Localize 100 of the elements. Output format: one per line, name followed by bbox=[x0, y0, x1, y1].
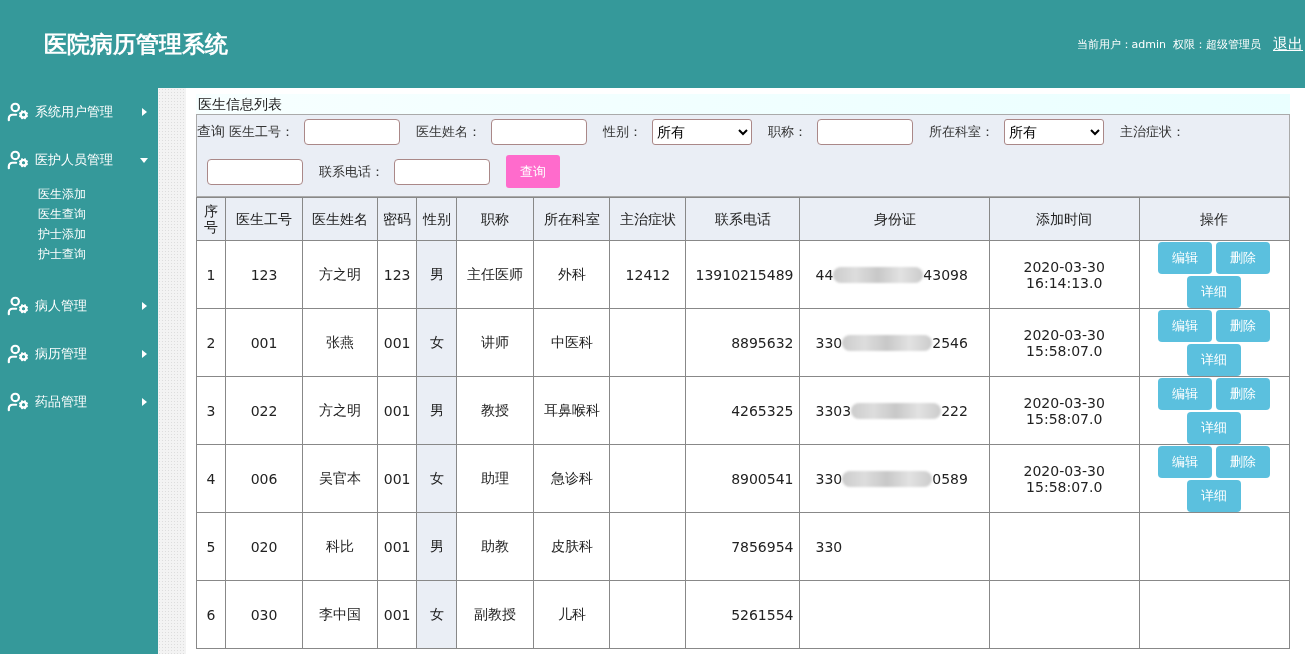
action-button[interactable]: 详细 bbox=[1187, 479, 1242, 512]
table-cell: 主任医师 bbox=[456, 240, 534, 309]
action-button[interactable]: 删除 bbox=[1216, 377, 1271, 410]
table-cell: 女 bbox=[416, 308, 457, 377]
nav-subitem[interactable]: 护士添加 bbox=[38, 224, 86, 244]
column-header: 主治症状 bbox=[609, 197, 686, 241]
action-button[interactable]: 删除 bbox=[1216, 445, 1271, 478]
column-header: 联系电话 bbox=[685, 197, 800, 241]
table-cell: 5261554 bbox=[685, 580, 800, 649]
table-cell: 讲师 bbox=[456, 308, 534, 377]
table-cell: 123 bbox=[377, 240, 417, 309]
nav-item[interactable]: 病人管理 bbox=[0, 282, 158, 330]
select-field[interactable]: 所有 bbox=[1004, 119, 1104, 145]
table-cell: 男 bbox=[416, 376, 457, 445]
table-cell: 12412 bbox=[609, 240, 686, 309]
app-title: 医院病历管理系统 bbox=[44, 28, 229, 59]
table-cell: 女 bbox=[416, 580, 457, 649]
table-cell: 001 bbox=[377, 376, 417, 445]
id-number-end: 43098 bbox=[923, 266, 968, 283]
action-button[interactable]: 编辑 bbox=[1158, 377, 1213, 410]
select-field[interactable]: 所有 bbox=[652, 119, 752, 145]
field-label: 性别： bbox=[603, 123, 642, 141]
nav-subitem[interactable]: 护士查询 bbox=[38, 244, 86, 264]
table-cell: 1 bbox=[196, 240, 226, 309]
input-field[interactable] bbox=[817, 119, 913, 145]
table-cell: 4 bbox=[196, 444, 226, 513]
table-cell: 儿科 bbox=[533, 580, 610, 649]
table-cell: 方之明 bbox=[302, 240, 378, 309]
search-button[interactable]: 查询 bbox=[506, 155, 560, 188]
table-cell: 中医科 bbox=[533, 308, 610, 377]
caret-icon bbox=[140, 108, 148, 116]
user-gear-icon bbox=[7, 391, 29, 413]
nav-item[interactable]: 药品管理 bbox=[0, 378, 158, 426]
action-button[interactable]: 删除 bbox=[1216, 309, 1271, 342]
action-button[interactable]: 详细 bbox=[1187, 275, 1242, 308]
table-cell: 2020-03-30 15:58:07.0 bbox=[989, 444, 1140, 513]
table-cell: 男 bbox=[416, 512, 457, 581]
table-cell: 急诊科 bbox=[533, 444, 610, 513]
input-field[interactable] bbox=[491, 119, 587, 145]
user-gear-icon bbox=[7, 101, 29, 123]
field-label: 医生姓名： bbox=[416, 123, 481, 141]
column-header: 身份证 bbox=[800, 197, 990, 241]
id-number-start: 330 bbox=[815, 470, 843, 487]
table-cell: 022 bbox=[225, 376, 303, 445]
table-cell: 001 bbox=[225, 308, 303, 377]
input-field[interactable] bbox=[394, 158, 490, 185]
table-cell: 006 bbox=[225, 444, 303, 513]
table-cell: 13910215489 bbox=[685, 240, 800, 309]
nav-item[interactable]: 病历管理 bbox=[0, 330, 158, 378]
caret-icon bbox=[140, 398, 148, 406]
action-button[interactable]: 详细 bbox=[1187, 343, 1242, 376]
action-button[interactable]: 详细 bbox=[1187, 411, 1242, 444]
action-button[interactable]: 编辑 bbox=[1158, 309, 1213, 342]
table-cell: 外科 bbox=[533, 240, 610, 309]
nav-subitem[interactable]: 医生查询 bbox=[38, 204, 86, 224]
table-cell: 皮肤科 bbox=[533, 512, 610, 581]
table-cell: 123 bbox=[225, 240, 303, 309]
table-cell: 女 bbox=[416, 444, 457, 513]
user-gear-icon bbox=[7, 149, 29, 171]
table-cell: 张燕 bbox=[302, 308, 378, 377]
id-number-start: 3303 bbox=[815, 402, 852, 419]
id-number-start: 44 bbox=[815, 266, 834, 283]
column-header: 密码 bbox=[377, 197, 417, 241]
table-cell: 8895632 bbox=[685, 308, 800, 377]
table-cell: 副教授 bbox=[456, 580, 534, 649]
input-field[interactable] bbox=[207, 158, 303, 185]
action-button[interactable]: 删除 bbox=[1216, 241, 1271, 274]
caret-icon bbox=[140, 350, 148, 358]
id-number-start: 330 bbox=[815, 538, 843, 555]
nav-item[interactable]: 医护人员管理 bbox=[0, 136, 158, 184]
input-field[interactable] bbox=[304, 119, 400, 145]
id-number-end: 222 bbox=[941, 402, 968, 419]
id-number-end: 2546 bbox=[932, 334, 968, 351]
action-button[interactable]: 编辑 bbox=[1158, 241, 1213, 274]
table-cell: 男 bbox=[416, 240, 457, 309]
table-cell: 2020-03-30 16:14:13.0 bbox=[989, 240, 1140, 309]
id-number-start: 330 bbox=[815, 334, 843, 351]
table-cell: 4265325 bbox=[685, 376, 800, 445]
column-header: 医生工号 bbox=[225, 197, 303, 241]
nav-subitem[interactable]: 医生添加 bbox=[38, 184, 86, 204]
field-label: 联系电话： bbox=[319, 162, 384, 181]
table-cell: 001 bbox=[377, 512, 417, 581]
search-label: 查询 bbox=[197, 123, 225, 141]
table-cell: 2 bbox=[196, 308, 226, 377]
table-cell: 耳鼻喉科 bbox=[533, 376, 610, 445]
caret-icon bbox=[140, 302, 148, 310]
column-header: 添加时间 bbox=[989, 197, 1140, 241]
table-cell: 2020-03-30 15:58:07.0 bbox=[989, 308, 1140, 377]
action-button[interactable]: 编辑 bbox=[1158, 445, 1213, 478]
table-cell: 助教 bbox=[456, 512, 534, 581]
user-info: 当前用户：admin 权限：超级管理员 bbox=[1076, 36, 1261, 52]
table-cell: 助理 bbox=[456, 444, 534, 513]
table-cell: 5 bbox=[196, 512, 226, 581]
caret-icon bbox=[140, 156, 148, 164]
field-label: 主治症状： bbox=[1120, 123, 1185, 141]
field-label: 所在科室： bbox=[929, 123, 994, 141]
table-cell: 001 bbox=[377, 444, 417, 513]
logout-link[interactable]: 退出 bbox=[1273, 34, 1303, 54]
id-number-end: 0589 bbox=[932, 470, 968, 487]
nav-item[interactable]: 系统用户管理 bbox=[0, 88, 158, 136]
